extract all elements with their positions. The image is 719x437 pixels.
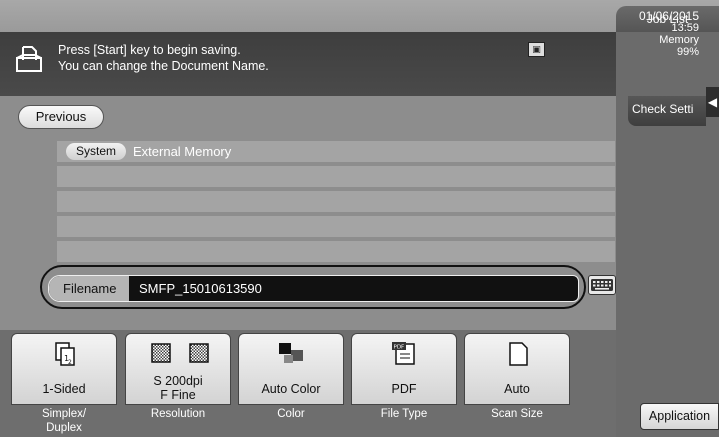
file-type-value: PDF xyxy=(391,382,417,396)
side-panel xyxy=(616,32,719,437)
color-caption: Color xyxy=(277,408,305,420)
previous-button[interactable]: Previous xyxy=(18,105,104,129)
scan-size-button[interactable]: Auto xyxy=(464,333,570,405)
usb-memory-icon: ▣ xyxy=(528,42,545,57)
status-info: 01/06/2015 13:59 Memory 99% xyxy=(639,10,699,58)
check-settings-tab[interactable]: Check Setti xyxy=(628,96,706,126)
color-icon xyxy=(279,343,303,363)
resolution-button[interactable]: S 200dpi F Fine xyxy=(125,333,231,405)
filename-field[interactable]: Filename SMFP_15010613590 xyxy=(48,275,579,302)
file-type-button[interactable]: PDF PDF xyxy=(351,333,457,405)
page-icon xyxy=(509,342,528,366)
simplex-duplex-button[interactable]: 1 2 1-Sided xyxy=(11,333,117,405)
list-row[interactable] xyxy=(57,216,615,237)
simplex-caption: Simplex/ Duplex xyxy=(41,408,87,434)
simplex-icon: 1 2 xyxy=(55,342,75,366)
pdf-icon: PDF xyxy=(392,342,415,365)
list-row[interactable] xyxy=(57,191,615,212)
collapse-arrow-icon[interactable]: ◀ xyxy=(706,87,719,117)
document-tray-icon xyxy=(16,46,42,72)
svg-text:PDF: PDF xyxy=(394,345,405,351)
message-bar: Press [Start] key to begin saving. You c… xyxy=(0,32,719,96)
filename-value: SMFP_15010613590 xyxy=(139,281,262,296)
file-type-caption: File Type xyxy=(380,408,428,420)
resolution-caption: Resolution xyxy=(150,408,206,420)
memory-value: 99% xyxy=(676,46,699,58)
list-row[interactable] xyxy=(57,166,615,187)
application-button[interactable]: Application xyxy=(640,403,719,430)
message-line-1: Press [Start] key to begin saving. xyxy=(58,43,241,57)
color-value: Auto Color xyxy=(261,382,321,396)
top-strip xyxy=(0,0,719,32)
scan-size-value: Auto xyxy=(504,382,530,396)
message-area: Press [Start] key to begin saving. You c… xyxy=(0,32,616,96)
color-button[interactable]: Auto Color xyxy=(238,333,344,405)
resolution-value: S 200dpi F Fine xyxy=(153,374,203,402)
keyboard-icon xyxy=(591,279,613,291)
message-line-2: You can change the Document Name. xyxy=(58,59,269,73)
svg-text:2: 2 xyxy=(68,359,72,366)
memory-label: Memory xyxy=(659,34,699,46)
location-path: External Memory xyxy=(133,144,232,159)
resolution-icon xyxy=(151,343,209,363)
scan-size-caption: Scan Size xyxy=(491,408,543,420)
list-row[interactable] xyxy=(57,241,615,262)
status-date: 01/06/2015 xyxy=(638,9,699,23)
status-time: 13:59 xyxy=(671,22,699,34)
simplex-value: 1-Sided xyxy=(42,382,86,396)
filename-label: Filename xyxy=(49,276,129,301)
system-badge[interactable]: System xyxy=(66,143,126,160)
keyboard-button[interactable] xyxy=(588,275,616,295)
